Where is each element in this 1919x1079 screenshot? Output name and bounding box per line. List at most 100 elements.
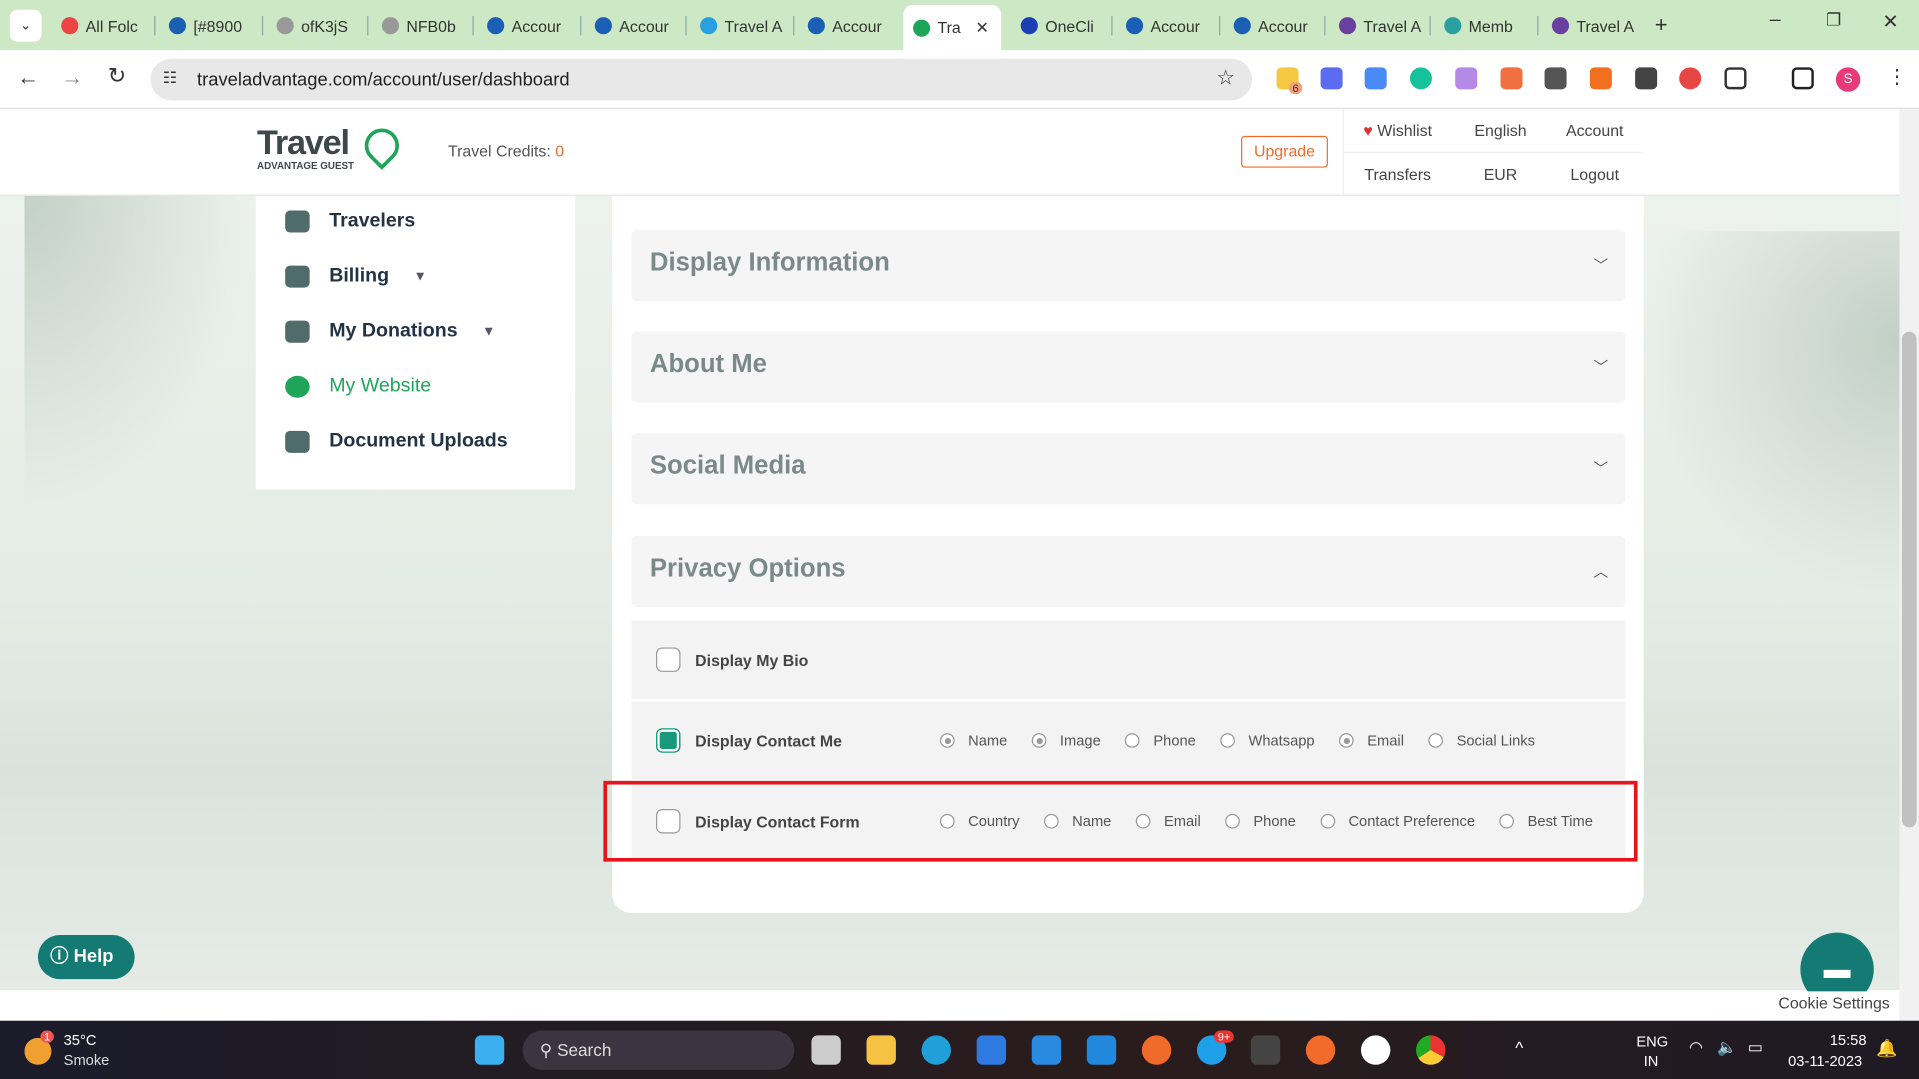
browser-tab[interactable]: NFB0b [372, 10, 467, 42]
minimize-button[interactable]: – [1770, 10, 1781, 32]
browser-tab[interactable]: Accour [1224, 10, 1319, 42]
option-email[interactable]: Email [1339, 732, 1404, 749]
extension-icon[interactable] [1679, 67, 1702, 90]
radio-button[interactable] [1220, 733, 1236, 748]
browser-tab[interactable]: [#8900 [159, 10, 254, 42]
browser-tab[interactable]: Memb [1434, 10, 1529, 42]
browser-tab[interactable]: Tra ✕ [903, 4, 1002, 51]
chevron-up-icon[interactable]: ︿ [1593, 561, 1608, 582]
show-hidden-icons[interactable]: ^ [1515, 1038, 1523, 1058]
transfers-link[interactable]: Transfers [1350, 165, 1445, 183]
extension-icon[interactable] [1589, 67, 1612, 90]
sidebar-item-billing[interactable]: Billing ▼ [285, 265, 427, 288]
logout-link[interactable]: Logout [1547, 165, 1642, 183]
notification-bell-icon[interactable]: 🔔 [1876, 1038, 1897, 1059]
section-social-media[interactable]: Social Media ﹀ [631, 433, 1626, 505]
restore-button[interactable]: ❐ [1826, 10, 1841, 31]
postman-icon[interactable] [1305, 1035, 1336, 1065]
chevron-down-icon[interactable]: ﹀ [1593, 255, 1608, 276]
browser-tab[interactable]: Accour [585, 10, 680, 42]
currency-selector[interactable]: EUR [1453, 165, 1548, 183]
edge-icon[interactable] [921, 1035, 951, 1065]
tab-close-icon[interactable]: ✕ [975, 18, 988, 38]
side-panel-icon[interactable] [1791, 67, 1814, 90]
option-name[interactable]: Name [939, 732, 1007, 749]
sidebar-item-travelers[interactable]: Travelers [285, 210, 415, 233]
chevron-down-icon[interactable]: ﹀ [1593, 458, 1608, 479]
sidebar-item-document-uploads[interactable]: Document Uploads [285, 430, 508, 453]
url-text[interactable]: traveladvantage.com/account/user/dashboa… [197, 70, 570, 91]
option-social-links[interactable]: Social Links [1428, 732, 1535, 749]
extension-icon[interactable] [1320, 67, 1343, 90]
cookie-settings-button[interactable]: Cookie Settings [1772, 991, 1900, 1019]
clock-date[interactable]: 03-11-2023 [1788, 1053, 1862, 1070]
browser-tab[interactable]: Travel A [1329, 10, 1424, 42]
browser-tab[interactable]: All Folc [51, 10, 146, 42]
battery-icon[interactable]: ▭ [1748, 1038, 1763, 1058]
chrome-icon[interactable] [1416, 1035, 1446, 1065]
browser-tab[interactable]: Accour [798, 10, 893, 42]
browser-menu-icon[interactable]: ⋮ [1887, 65, 1907, 89]
volume-icon[interactable]: 🔈 [1717, 1038, 1737, 1058]
upgrade-button[interactable]: Upgrade [1241, 135, 1328, 168]
radio-button[interactable] [1031, 733, 1047, 748]
translate-extension-icon[interactable] [1364, 67, 1387, 90]
option-phone[interactable]: Phone [1125, 732, 1196, 749]
new-tab-button[interactable]: + [1655, 12, 1668, 38]
mail-icon[interactable] [1031, 1035, 1062, 1065]
radio-button[interactable] [939, 733, 955, 748]
logo[interactable]: Travel ADVANTAGE GUEST [257, 121, 407, 171]
radio-button[interactable] [1428, 733, 1444, 748]
sidebar-item-my-donations[interactable]: My Donations ▼ [285, 320, 495, 343]
option-image[interactable]: Image [1031, 732, 1101, 749]
section-display-information[interactable]: Display Information ﹀ [631, 230, 1626, 302]
extension-icon[interactable] [1500, 67, 1523, 90]
help-button[interactable]: ⓘ Help [37, 935, 135, 980]
browser-tab[interactable]: ofK3jS [267, 10, 362, 42]
bookmark-star-icon[interactable]: ☆ [1216, 66, 1235, 90]
browser-tab[interactable]: Accour [477, 10, 572, 42]
todo-icon[interactable] [976, 1035, 1007, 1065]
chevron-down-icon[interactable]: ﹀ [1593, 356, 1608, 377]
extension-icon[interactable] [1455, 67, 1478, 90]
vscode-icon[interactable] [1086, 1035, 1117, 1065]
firefox-icon[interactable] [1141, 1035, 1172, 1065]
sidebar-item-my-website[interactable]: My Website [285, 375, 431, 398]
radio-button[interactable] [1125, 733, 1140, 748]
option-whatsapp[interactable]: Whatsapp [1220, 732, 1315, 749]
language-indicator[interactable]: ENG [1636, 1033, 1668, 1050]
browser-tab[interactable]: Travel A [690, 10, 785, 42]
section-privacy-options[interactable]: Privacy Options ︿ [631, 536, 1626, 608]
address-bar[interactable]: ☷ traveladvantage.com/account/user/dashb… [150, 58, 1253, 101]
taskbar-search[interactable]: ⚲ Search [522, 1030, 795, 1070]
browser-tab[interactable]: Accour [1116, 10, 1211, 42]
extension-icon[interactable] [1544, 67, 1567, 90]
language-selector[interactable]: English [1453, 121, 1548, 139]
display-contact-me-checkbox[interactable] [656, 728, 681, 753]
task-view-icon[interactable] [811, 1035, 841, 1065]
profile-avatar[interactable]: S [1835, 67, 1861, 92]
slack-icon[interactable] [1360, 1035, 1391, 1065]
reload-button[interactable]: ↻ [108, 64, 126, 90]
file-explorer-icon[interactable] [866, 1035, 896, 1065]
grammarly-extension-icon[interactable] [1409, 67, 1432, 90]
scrollbar-thumb[interactable] [1901, 331, 1917, 828]
back-button[interactable]: ← [17, 65, 39, 91]
wishlist-link[interactable]: ♥ Wishlist [1350, 121, 1445, 139]
wifi-icon[interactable]: ◠ [1689, 1038, 1703, 1058]
account-link[interactable]: Account [1547, 121, 1642, 139]
scrollbar[interactable] [1899, 108, 1919, 1021]
close-window-button[interactable]: ✕ [1882, 10, 1898, 34]
forward-button[interactable]: → [61, 65, 83, 91]
extension-icon[interactable] [1635, 67, 1658, 90]
start-button[interactable] [474, 1035, 505, 1065]
site-info-icon[interactable]: ☷ [163, 69, 177, 89]
browser-tab[interactable]: Travel A [1542, 10, 1637, 42]
radio-button[interactable] [1339, 733, 1354, 748]
clock-time[interactable]: 15:58 [1830, 1032, 1867, 1049]
sublime-icon[interactable] [1250, 1035, 1281, 1065]
browser-tab[interactable]: OneCli [1011, 10, 1106, 42]
extensions-puzzle-icon[interactable] [1724, 67, 1747, 90]
section-about-me[interactable]: About Me ﹀ [631, 331, 1626, 403]
display-bio-checkbox[interactable] [656, 647, 681, 672]
